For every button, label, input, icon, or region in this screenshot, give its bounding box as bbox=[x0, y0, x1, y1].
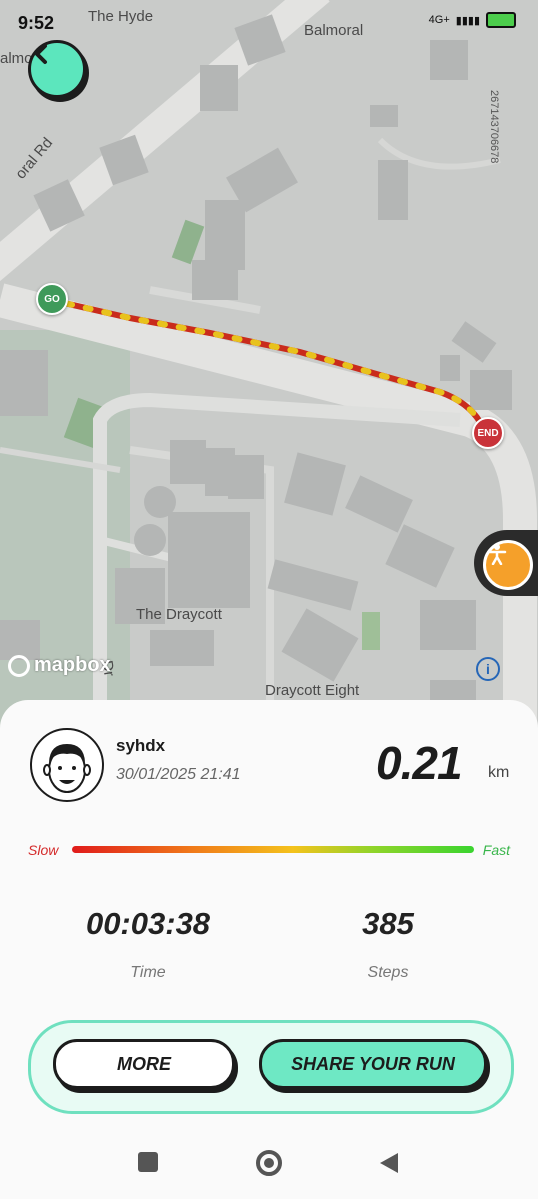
status-time: 9:52 bbox=[18, 13, 55, 33]
steps-label: Steps bbox=[367, 964, 409, 981]
map-label-draycott: The Draycott bbox=[136, 606, 222, 623]
end-marker[interactable]: END bbox=[472, 417, 504, 449]
avatar-face-icon bbox=[43, 744, 91, 793]
mapbox-wordmark: mapbox bbox=[34, 654, 111, 676]
signal-icon: ▮▮▮▮ bbox=[455, 14, 480, 27]
more-button[interactable]: MORE bbox=[53, 1039, 235, 1089]
steps-stat: 385 Steps bbox=[278, 906, 498, 982]
map-vertical-id: 26714370667​8 bbox=[488, 90, 500, 164]
map-canvas bbox=[0, 0, 537, 740]
speed-fast-label: Fast bbox=[482, 842, 510, 858]
time-stat: 00:03:38 Time bbox=[38, 906, 258, 982]
status-bar: 9:52 4G+ ▮▮▮▮ bbox=[0, 0, 538, 46]
system-nav-bar bbox=[0, 1130, 538, 1199]
start-marker[interactable]: GO bbox=[36, 283, 68, 315]
chevron-left-icon bbox=[35, 44, 47, 64]
square-icon[interactable] bbox=[138, 1152, 158, 1172]
battery-charging-icon bbox=[486, 12, 516, 28]
speed-gradient-bar bbox=[72, 846, 474, 853]
mapbox-icon bbox=[8, 654, 30, 677]
mapbox-logo[interactable]: mapbox bbox=[8, 654, 111, 677]
back-button[interactable] bbox=[28, 40, 86, 98]
run-datetime: 30/01/2025 21:41 bbox=[116, 766, 241, 783]
steps-value: 385 bbox=[362, 906, 414, 941]
distance-value: 0.21 bbox=[376, 737, 463, 789]
distance-unit: km bbox=[488, 764, 510, 781]
username: syhdx bbox=[116, 736, 166, 755]
avatar[interactable] bbox=[30, 728, 104, 802]
speed-legend: Slow Fast bbox=[28, 840, 510, 862]
map-label-draycott-eight: Draycott Eight bbox=[265, 682, 360, 699]
info-icon[interactable]: i bbox=[476, 657, 500, 681]
share-run-button[interactable]: SHARE YOUR RUN bbox=[259, 1039, 487, 1089]
speed-slow-label: Slow bbox=[28, 842, 59, 858]
network-label: 4G+ bbox=[428, 14, 450, 26]
person-icon bbox=[483, 540, 533, 590]
map-view[interactable]: 9:52 4G+ ▮▮▮▮ The Hyde Balmoral almo ora… bbox=[0, 0, 538, 740]
action-bar: MORE SHARE YOUR RUN bbox=[28, 1020, 514, 1114]
time-value: 00:03:38 bbox=[85, 906, 211, 941]
circle-icon[interactable] bbox=[256, 1150, 282, 1176]
triangle-back-icon[interactable] bbox=[378, 1152, 400, 1179]
status-icons: 4G+ ▮▮▮▮ bbox=[429, 12, 516, 28]
run-summary-sheet: syhdx 30/01/2025 21:41 0.21 km Slow Fast… bbox=[0, 700, 538, 1130]
accessibility-tab[interactable] bbox=[474, 530, 538, 596]
time-label: Time bbox=[130, 964, 166, 981]
